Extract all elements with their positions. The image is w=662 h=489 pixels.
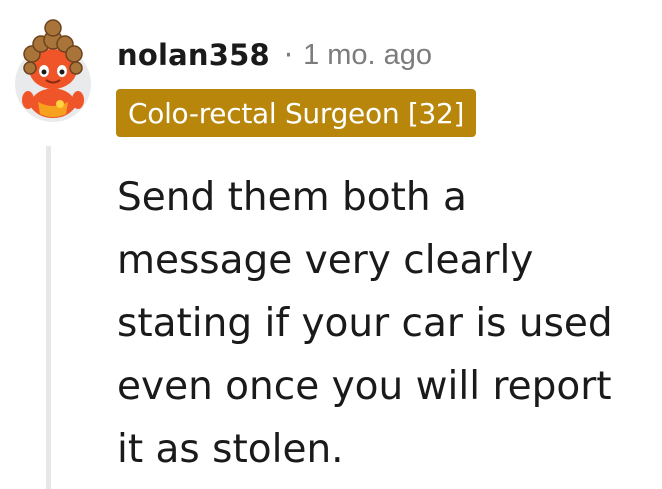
meta-separator: · [283, 38, 294, 72]
thread-line[interactable] [46, 146, 51, 489]
comment: nolan358 · 1 mo. ago Colo-rectal Surgeon… [0, 0, 662, 489]
comment-body: Send them both a message very clearly st… [117, 175, 613, 472]
snoo-avatar-icon [15, 19, 91, 122]
avatar[interactable] [8, 14, 98, 124]
user-flair-text: Colo-rectal Surgeon [32] [128, 96, 465, 130]
user-flair: Colo-rectal Surgeon [32] [116, 89, 477, 137]
author-username[interactable]: nolan358 [117, 38, 270, 72]
timestamp[interactable]: 1 mo. ago [303, 39, 432, 72]
comment-meta: nolan358 · 1 mo. ago [117, 30, 432, 80]
